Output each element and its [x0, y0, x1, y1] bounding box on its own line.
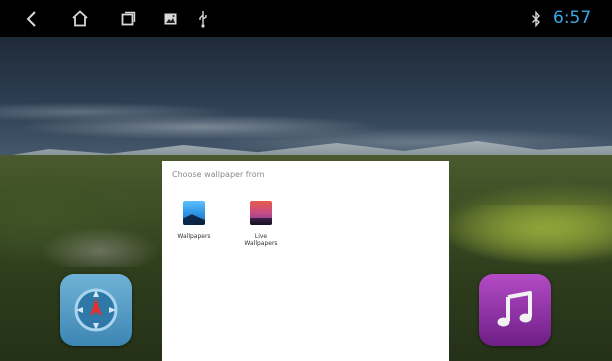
back-icon[interactable] — [22, 0, 42, 37]
compass-icon — [74, 288, 118, 332]
live-wallpapers-icon — [250, 201, 272, 225]
wallpapers-option-label: Wallpapers — [177, 233, 211, 240]
bluetooth-icon — [528, 0, 544, 37]
dialog-title: Choose wallpaper from — [172, 170, 265, 179]
wallpapers-icon — [183, 201, 205, 225]
wallpaper-road — [40, 227, 160, 267]
recent-apps-icon[interactable] — [117, 0, 139, 37]
live-wallpapers-option-label: Live Wallpapers — [244, 233, 278, 247]
choose-wallpaper-dialog: Choose wallpaper from Wallpapers Live Wa… — [162, 161, 449, 361]
live-wallpapers-option[interactable]: Live Wallpapers — [233, 201, 289, 247]
home-icon[interactable] — [68, 0, 92, 37]
music-app-button[interactable] — [479, 274, 551, 346]
usb-icon — [195, 0, 211, 37]
screenshot-icon — [160, 0, 180, 37]
status-bar: 6:57 — [0, 0, 612, 37]
wallpaper-sunlit-hill — [440, 205, 612, 265]
music-note-icon — [497, 291, 532, 327]
navigation-app-button[interactable] — [60, 274, 132, 346]
status-clock: 6:57 — [553, 8, 592, 28]
wallpapers-option[interactable]: Wallpapers — [166, 201, 222, 240]
